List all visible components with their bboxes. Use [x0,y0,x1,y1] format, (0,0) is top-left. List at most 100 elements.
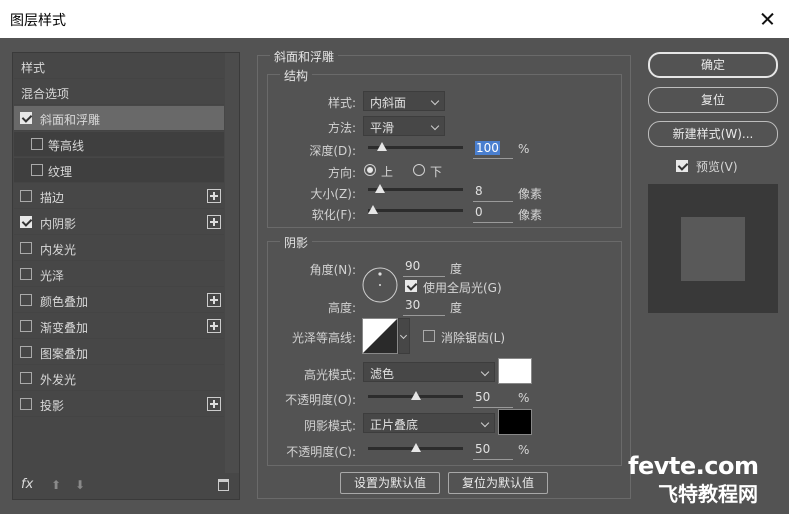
direction-down-radio[interactable] [413,164,425,176]
altitude-input[interactable]: 30 [403,298,445,316]
highlight-mode-value: 滤色 [370,367,395,381]
style-list-item[interactable]: 颜色叠加 [14,288,224,313]
style-checkbox[interactable] [20,112,32,124]
angle-input-value: 90 [405,259,421,273]
style-list-item-label: 颜色叠加 [40,295,89,309]
style-list-item[interactable]: 样式 [14,54,224,79]
style-checkbox[interactable] [20,372,32,384]
angle-dial[interactable] [361,266,399,304]
chevron-down-icon [430,96,440,106]
size-slider[interactable] [368,184,463,193]
anti-alias-checkbox[interactable] [423,330,435,342]
add-effect-icon[interactable] [207,319,221,333]
direction-label: 方向: [327,166,356,180]
reset-button[interactable]: 复位 [648,87,778,113]
trash-icon[interactable] [218,479,229,491]
styles-list-toolbar: fx ⬆ ⬇ [13,473,239,499]
style-checkbox[interactable] [31,138,43,150]
soften-input[interactable]: 0 [473,205,513,223]
style-list-item[interactable]: 混合选项 [14,80,224,105]
technique-dropdown-value: 平滑 [370,121,395,135]
title-bar: 图层样式 [0,0,789,38]
highlight-opacity-label: 不透明度(O): [285,393,356,407]
style-checkbox[interactable] [20,242,32,254]
shadow-color-swatch[interactable] [498,409,532,435]
style-label: 样式: [327,96,356,110]
style-checkbox[interactable] [20,294,32,306]
shadow-opacity-slider[interactable] [368,443,463,452]
add-effect-icon[interactable] [207,189,221,203]
size-slider-thumb[interactable] [374,184,385,193]
style-checkbox[interactable] [20,398,32,410]
style-preview [648,184,778,313]
style-list-item[interactable]: 描边 [14,184,224,209]
style-checkbox[interactable] [20,190,32,202]
shadow-mode-dropdown[interactable]: 正片叠底 [363,413,495,433]
soften-input-value: 0 [475,205,483,219]
shadow-opacity-thumb[interactable] [410,443,421,452]
technique-dropdown[interactable]: 平滑 [363,116,445,136]
reset-default-button[interactable]: 复位为默认值 [448,472,548,494]
style-checkbox[interactable] [20,268,32,280]
move-down-icon[interactable]: ⬇ [75,478,85,492]
highlight-opacity-input[interactable]: 50 [473,390,513,408]
depth-label: 深度(D): [309,144,356,158]
soften-slider[interactable] [368,205,463,214]
highlight-opacity-thumb[interactable] [410,391,421,400]
fx-icon[interactable]: fx [21,477,33,492]
gloss-contour-dropdown[interactable] [398,318,410,354]
global-light-checkbox[interactable] [405,280,417,292]
style-dropdown[interactable]: 内斜面 [363,91,445,111]
style-list-item[interactable]: 光泽 [14,262,224,287]
style-list-item-label: 图案叠加 [40,347,89,361]
highlight-opacity-slider[interactable] [368,391,463,400]
anti-alias-label: 消除锯齿(L) [441,331,506,345]
styles-list-panel: 样式混合选项斜面和浮雕 等高线 纹理 描边 内阴影 内发光 光泽颜色叠加渐变叠加图案叠加外发… [12,52,240,500]
style-checkbox[interactable] [31,164,43,176]
shadow-opacity-value: 50 [475,442,491,456]
add-effect-icon[interactable] [207,215,221,229]
watermark-site-name: 飞特教程网 [658,482,758,506]
style-list-item[interactable]: 等高线 [14,132,224,157]
close-icon[interactable] [753,6,781,32]
style-checkbox[interactable] [20,320,32,332]
depth-input[interactable]: 100 [473,141,513,159]
shadow-mode-value: 正片叠底 [370,418,419,432]
size-unit: 像素 [518,187,543,201]
highlight-color-swatch[interactable] [498,358,532,384]
shadow-opacity-unit: % [518,443,530,457]
chevron-down-icon [480,367,490,377]
depth-slider-thumb[interactable] [376,142,387,151]
style-checkbox[interactable] [20,216,32,228]
style-list-item[interactable]: 斜面和浮雕 [14,106,224,131]
make-default-button[interactable]: 设置为默认值 [340,472,440,494]
angle-input[interactable]: 90 [403,259,445,277]
style-list-item[interactable]: 图案叠加 [14,340,224,365]
highlight-mode-label: 高光模式: [303,368,356,382]
style-list-item[interactable]: 投影 [14,392,224,417]
soften-slider-thumb[interactable] [368,205,378,214]
shadow-opacity-input[interactable]: 50 [473,442,513,460]
depth-slider[interactable] [368,142,463,151]
style-list-item-label: 混合选项 [21,87,70,101]
styles-list-scrollbar[interactable] [225,53,239,473]
size-input-value: 8 [475,184,483,198]
style-checkbox[interactable] [20,346,32,358]
new-style-button[interactable]: 新建样式(W)... [648,121,778,147]
add-effect-icon[interactable] [207,397,221,411]
size-input[interactable]: 8 [473,184,513,202]
chevron-down-icon [430,121,440,131]
style-list-item[interactable]: 渐变叠加 [14,314,224,339]
direction-up-radio[interactable] [364,164,376,176]
move-up-icon[interactable]: ⬆ [51,478,61,492]
style-list-item[interactable]: 外发光 [14,366,224,391]
gloss-contour-preview[interactable] [362,318,398,354]
global-light-label: 使用全局光(G) [423,281,502,295]
highlight-mode-dropdown[interactable]: 滤色 [363,362,495,382]
style-list-item[interactable]: 内发光 [14,236,224,261]
style-list-item[interactable]: 内阴影 [14,210,224,235]
ok-button[interactable]: 确定 [648,52,778,78]
add-effect-icon[interactable] [207,293,221,307]
preview-checkbox[interactable] [676,160,688,172]
style-list-item[interactable]: 纹理 [14,158,224,183]
